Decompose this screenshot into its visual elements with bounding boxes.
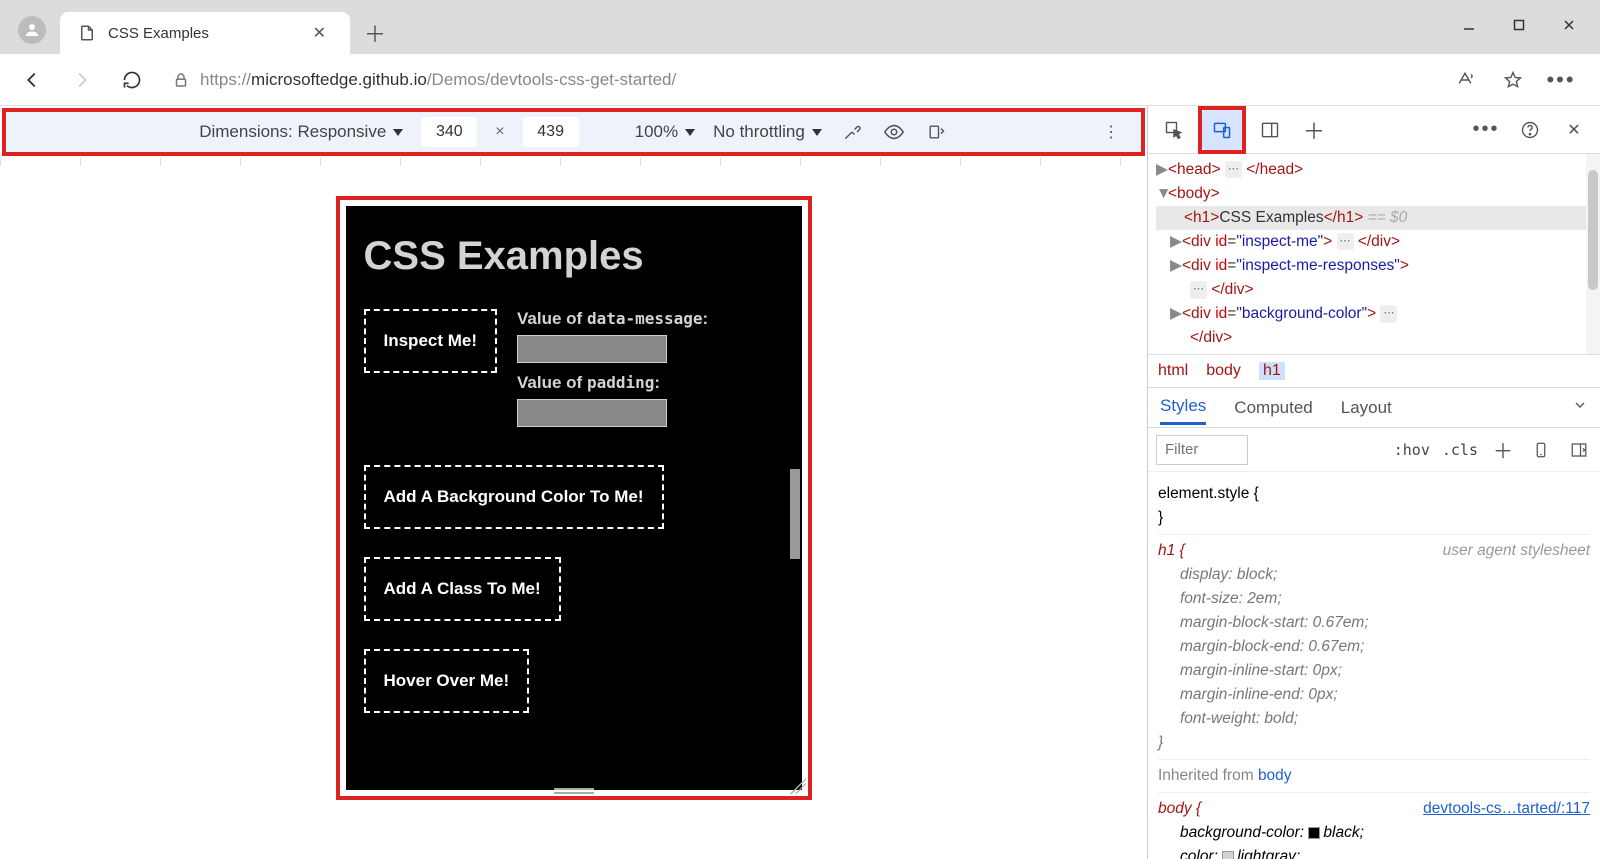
emulated-page[interactable]: CSS Examples Inspect Me! Value of data-m…: [346, 206, 802, 790]
tab-title: CSS Examples: [108, 25, 209, 42]
inspect-me-box[interactable]: Inspect Me!: [364, 309, 498, 373]
window-titlebar: CSS Examples ✕ ＋: [0, 0, 1600, 54]
background-color-box[interactable]: Add A Background Color To Me!: [364, 465, 664, 529]
breadcrumb[interactable]: html body h1: [1148, 354, 1600, 388]
hov-toggle[interactable]: :hov: [1394, 441, 1430, 459]
maximize-button[interactable]: [1494, 6, 1544, 44]
device-toolbar: Dimensions: Responsive × 100% No throttl…: [2, 108, 1145, 156]
resize-grip-icon[interactable]: [790, 778, 806, 794]
breadcrumb-html[interactable]: html: [1158, 362, 1188, 380]
page-scrollbar[interactable]: [790, 469, 800, 559]
new-tab-button[interactable]: ＋: [358, 16, 392, 50]
styles-tabs: Styles Computed Layout: [1148, 388, 1600, 428]
element-style-selector: element.style {: [1158, 482, 1590, 506]
rotate-icon[interactable]: [924, 120, 948, 144]
device-toolbar-more-icon[interactable]: ⋮: [1099, 120, 1123, 144]
cls-toggle[interactable]: .cls: [1442, 441, 1478, 459]
device-frame: CSS Examples Inspect Me! Value of data-m…: [336, 196, 812, 800]
hover-box[interactable]: Hover Over Me!: [364, 649, 530, 713]
add-class-box[interactable]: Add A Class To Me!: [364, 557, 561, 621]
new-panel-button[interactable]: ＋: [1294, 110, 1334, 150]
page-heading: CSS Examples: [364, 234, 784, 279]
lightgray-swatch-icon[interactable]: [1222, 851, 1234, 859]
tab-close-button[interactable]: ✕: [307, 23, 332, 43]
inherited-from-link[interactable]: body: [1258, 767, 1292, 784]
source-link[interactable]: devtools-cs…tarted/:117: [1423, 797, 1590, 821]
tab-layout[interactable]: Layout: [1341, 392, 1392, 424]
new-style-rule-button[interactable]: ＋: [1490, 437, 1516, 463]
eyedropper-icon[interactable]: [840, 120, 864, 144]
close-devtools-button[interactable]: ✕: [1554, 110, 1594, 150]
drag-handle-icon[interactable]: [554, 788, 594, 794]
width-input[interactable]: [421, 117, 477, 147]
vision-deficiency-icon[interactable]: [882, 120, 906, 144]
back-button[interactable]: [12, 60, 52, 100]
computed-sidebar-icon[interactable]: [1566, 437, 1592, 463]
url-field[interactable]: https://microsoftedge.github.io/Demos/de…: [162, 70, 1438, 90]
black-swatch-icon[interactable]: [1308, 827, 1320, 839]
height-input[interactable]: [523, 117, 579, 147]
device-styles-icon[interactable]: [1528, 437, 1554, 463]
viewport-area: CSS Examples Inspect Me! Value of data-m…: [0, 166, 1147, 859]
padding-input[interactable]: [517, 399, 667, 427]
help-button[interactable]: [1510, 110, 1550, 150]
elements-tree[interactable]: ▶<head> ⋯ </head> ▼<body> <h1>CSS Exampl…: [1148, 154, 1600, 354]
forward-button[interactable]: [62, 60, 102, 100]
h1-selector: h1 {: [1158, 542, 1185, 559]
tab-computed[interactable]: Computed: [1234, 392, 1312, 424]
minimize-button[interactable]: [1444, 6, 1494, 44]
dock-side-button[interactable]: [1250, 110, 1290, 150]
zoom-dropdown[interactable]: 100%: [635, 122, 695, 142]
browser-tab[interactable]: CSS Examples ✕: [60, 12, 350, 54]
styles-filter-row: :hov .cls ＋: [1148, 428, 1600, 472]
elements-scrollbar[interactable]: [1586, 154, 1600, 354]
devtools-more-button[interactable]: •••: [1466, 110, 1506, 150]
breadcrumb-body[interactable]: body: [1206, 362, 1241, 380]
styles-rules[interactable]: element.style { } h1 {user agent stylesh…: [1148, 472, 1600, 859]
lock-icon: [172, 71, 190, 89]
emulation-pane: Dimensions: Responsive × 100% No throttl…: [0, 106, 1147, 859]
profile-avatar[interactable]: [18, 16, 46, 44]
dimension-separator: ×: [495, 123, 504, 141]
reload-button[interactable]: [112, 60, 152, 100]
settings-more-button[interactable]: •••: [1544, 63, 1578, 97]
window-controls: [1444, 6, 1594, 44]
body-selector: body {: [1158, 800, 1201, 817]
page-icon: [78, 24, 96, 42]
toggle-device-button[interactable]: [1202, 110, 1242, 150]
data-message-input[interactable]: [517, 335, 667, 363]
favorite-button[interactable]: [1496, 63, 1530, 97]
devtools-header: ＋ ••• ✕: [1148, 106, 1600, 154]
expand-icon[interactable]: [1572, 397, 1588, 418]
devtools-panel: ＋ ••• ✕ ▶<head> ⋯ </head> ▼<body> <h1>CS…: [1147, 106, 1600, 859]
breadcrumb-h1[interactable]: h1: [1259, 362, 1285, 380]
inherited-label: Inherited from: [1158, 767, 1258, 784]
response-labels: Value of data-message: Value of padding:: [517, 309, 708, 437]
url-text: https://microsoftedge.github.io/Demos/de…: [200, 70, 676, 90]
throttling-dropdown[interactable]: No throttling: [713, 122, 822, 142]
address-bar: https://microsoftedge.github.io/Demos/de…: [0, 54, 1600, 106]
ua-stylesheet-label: user agent stylesheet: [1443, 539, 1590, 563]
device-toggle-highlight: [1198, 106, 1246, 154]
window-close-button[interactable]: [1544, 6, 1594, 44]
inspect-element-button[interactable]: [1154, 110, 1194, 150]
read-aloud-button[interactable]: [1448, 63, 1482, 97]
tab-styles[interactable]: Styles: [1160, 390, 1206, 425]
dimensions-dropdown[interactable]: Dimensions: Responsive: [199, 122, 403, 142]
filter-input[interactable]: [1156, 435, 1248, 465]
